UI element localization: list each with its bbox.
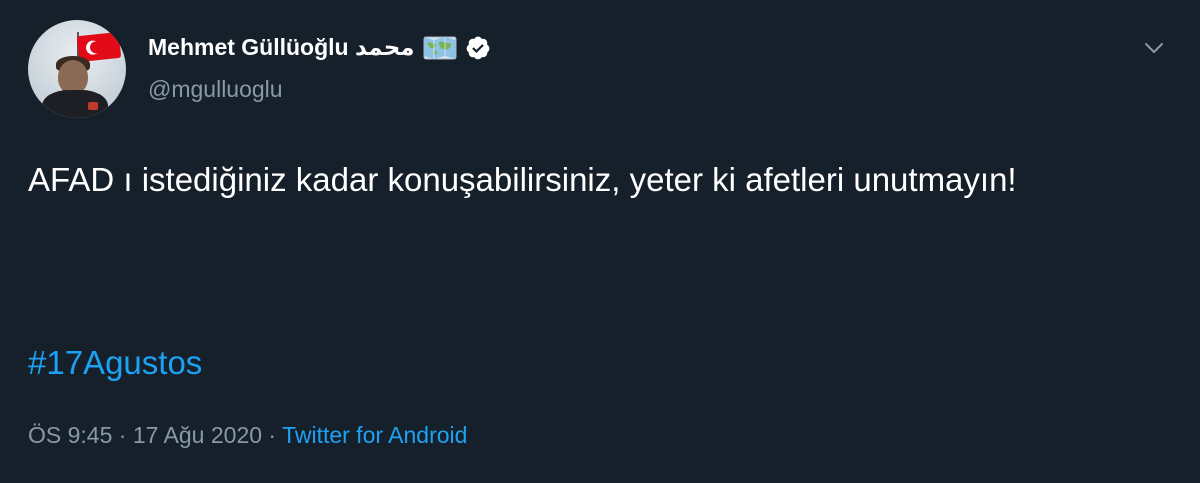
tweet-header: Mehmet Güllüoğlu محمد @mgulluoglu <box>28 20 1172 120</box>
tweet-time[interactable]: ÖS 9:45 <box>28 422 112 448</box>
tweet-text: AFAD ı istediğiniz kadar konuşabilirsini… <box>28 161 1017 198</box>
avatar-badge <box>88 102 98 110</box>
verified-badge-icon <box>465 35 491 61</box>
user-handle[interactable]: @mgulluoglu <box>148 76 283 103</box>
chevron-down-icon[interactable] <box>1142 36 1166 60</box>
avatar-body <box>42 90 108 118</box>
meta-separator: · <box>112 422 133 448</box>
avatar[interactable] <box>28 20 126 118</box>
tweet-source-link[interactable]: Twitter for Android <box>282 422 467 448</box>
hashtag-link[interactable]: #17Agustos <box>28 335 202 390</box>
avatar-head <box>58 60 88 94</box>
tweet-meta: ÖS 9:45 · 17 Ağu 2020 · Twitter for Andr… <box>28 422 467 449</box>
display-name[interactable]: Mehmet Güllüoğlu محمد <box>148 34 415 61</box>
meta-separator: · <box>262 422 283 448</box>
world-map-icon <box>423 35 457 61</box>
tweet-card: Mehmet Güllüoğlu محمد @mgulluoglu AFAD ı… <box>0 0 1200 483</box>
name-row: Mehmet Güllüoğlu محمد <box>148 34 491 61</box>
tweet-date[interactable]: 17 Ağu 2020 <box>133 422 262 448</box>
